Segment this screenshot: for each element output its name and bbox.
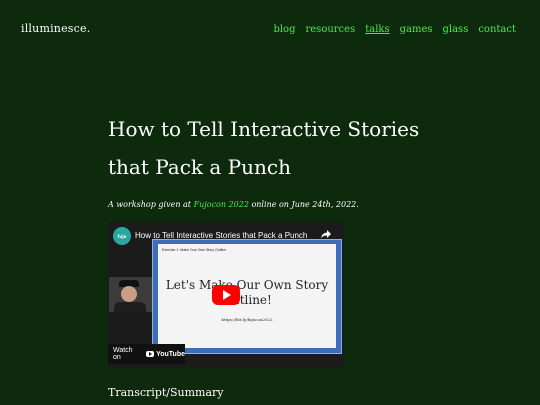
- speaker-body: [114, 302, 146, 312]
- youtube-play-icon: [146, 351, 155, 357]
- slide-link: https://bit.ly/fujocon2022: [221, 317, 273, 322]
- video-thumbnail-slide: Exercise 1: Make Your Own Story Outline …: [152, 239, 342, 354]
- nav-talks[interactable]: talks: [365, 24, 389, 35]
- youtube-embed[interactable]: fujo How to Tell Interactive Stories tha…: [108, 222, 344, 367]
- speaker-face: [121, 286, 137, 302]
- site-title[interactable]: illuminesce.: [21, 22, 90, 35]
- meta-suffix: online on June 24th, 2022.: [248, 200, 359, 209]
- channel-avatar[interactable]: fujo: [113, 227, 131, 245]
- fujocon-link[interactable]: Fujocon 2022: [194, 200, 249, 209]
- main-nav: blog resources talks games glass contact: [273, 24, 516, 35]
- nav-games[interactable]: games: [400, 24, 433, 35]
- play-button[interactable]: [212, 285, 240, 305]
- youtube-wordmark: YouTube: [156, 350, 185, 358]
- webcam-thumbnail: [109, 277, 152, 312]
- transcript-heading: Transcript/Summary: [108, 386, 224, 399]
- nav-contact[interactable]: contact: [478, 24, 516, 35]
- youtube-logo: YouTube: [146, 351, 185, 358]
- watch-on-youtube[interactable]: Watch on YouTube: [108, 344, 185, 364]
- slide-exercise-label: Exercise 1: Make Your Own Story Outline: [162, 248, 227, 252]
- page-title: How to Tell Interactive Stories that Pac…: [108, 117, 420, 179]
- slide-content: Exercise 1: Make Your Own Story Outline …: [158, 244, 336, 348]
- nav-glass[interactable]: glass: [443, 24, 469, 35]
- slide-heading: Let's Make Our Own Story Outline!: [165, 278, 329, 307]
- nav-resources[interactable]: resources: [305, 24, 355, 35]
- workshop-meta: A workshop given at Fujocon 2022 online …: [108, 200, 359, 209]
- watch-on-label: Watch on: [113, 347, 133, 361]
- nav-blog[interactable]: blog: [273, 24, 295, 35]
- meta-prefix: A workshop given at: [108, 200, 194, 209]
